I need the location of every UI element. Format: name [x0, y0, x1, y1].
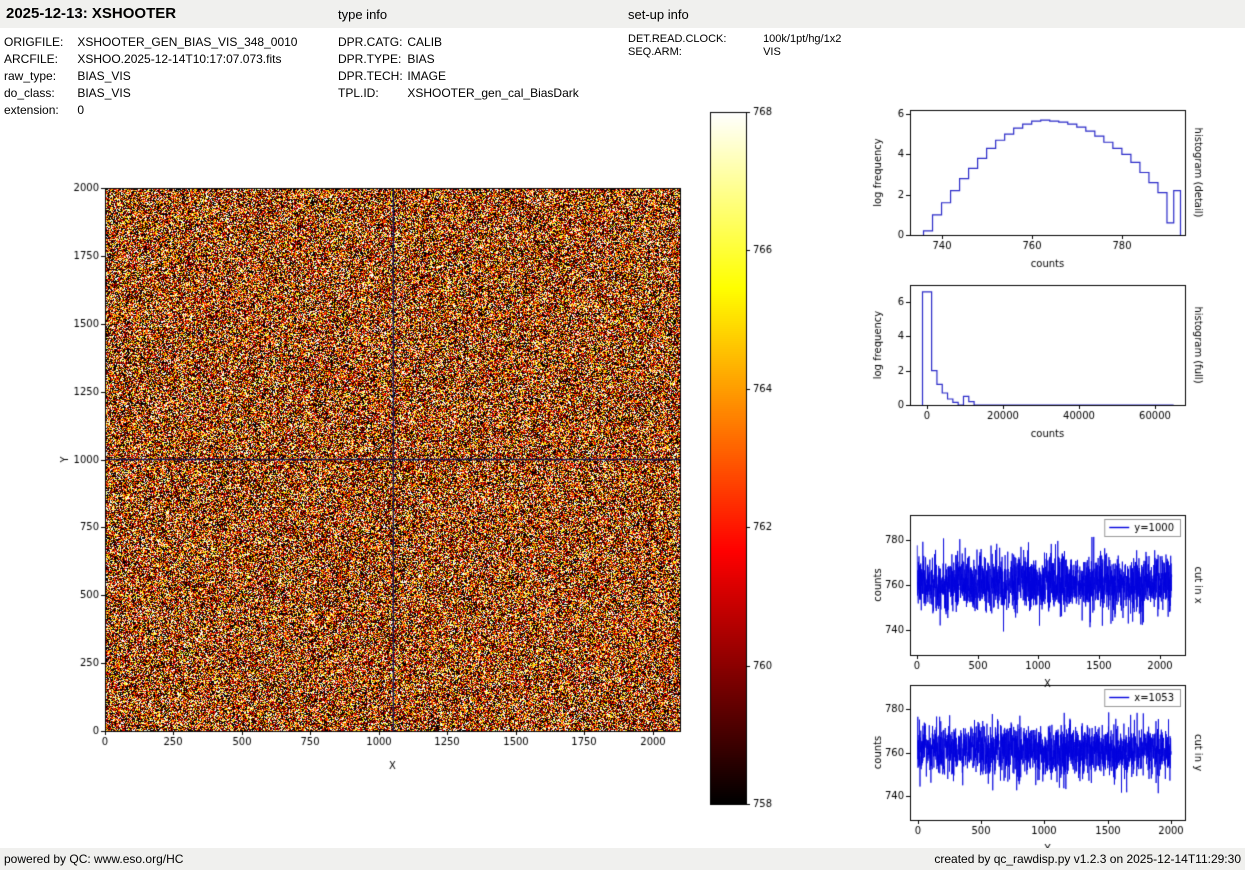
- info-row-readclock: DET.READ.CLOCK: 100k/1pt/hg/1x2: [628, 33, 841, 46]
- tplid-label: TPL.ID:: [338, 85, 404, 102]
- footer-created-by: created by qc_rawdisp.py v1.2.3 on 2025-…: [934, 852, 1241, 866]
- info-row-seqarm: SEQ.ARM: VIS: [628, 46, 841, 59]
- dprtype-value: BIAS: [407, 52, 434, 66]
- seqarm-label: SEQ.ARM:: [628, 46, 760, 59]
- info-row-origfile: ORIGFILE: XSHOOTER_GEN_BIAS_VIS_348_0010: [4, 34, 297, 51]
- info-row-dprtype: DPR.TYPE: BIAS: [338, 51, 579, 68]
- rawtype-value: BIAS_VIS: [77, 69, 130, 83]
- page-title: 2025-12-13: XSHOOTER: [6, 5, 176, 22]
- arcfile-value: XSHOO.2025-12-14T10:17:07.073.fits: [77, 52, 281, 66]
- type-info-block: DPR.CATG: CALIB DPR.TYPE: BIAS DPR.TECH:…: [338, 34, 579, 102]
- bias-image-heatmap: [40, 168, 700, 780]
- dprtech-value: IMAGE: [407, 69, 446, 83]
- origfile-value: XSHOOTER_GEN_BIAS_VIS_348_0010: [77, 35, 297, 49]
- info-row-arcfile: ARCFILE: XSHOO.2025-12-14T10:17:07.073.f…: [4, 51, 297, 68]
- info-row-doclass: do_class: BIAS_VIS: [4, 85, 297, 102]
- dprtype-label: DPR.TYPE:: [338, 51, 404, 68]
- histogram-full-plot: [865, 270, 1210, 456]
- readclock-label: DET.READ.CLOCK:: [628, 33, 760, 46]
- rawtype-label: raw_type:: [4, 68, 74, 85]
- qc-report-page: 2025-12-13: XSHOOTER type info set-up in…: [0, 0, 1245, 870]
- doclass-label: do_class:: [4, 85, 74, 102]
- cut-in-x-plot: [865, 500, 1210, 692]
- type-info-heading: type info: [338, 7, 387, 22]
- doclass-value: BIAS_VIS: [77, 86, 130, 100]
- info-row-dprtech: DPR.TECH: IMAGE: [338, 68, 579, 85]
- info-row-extension: extension: 0: [4, 102, 297, 119]
- cut-in-y-plot: [865, 670, 1210, 858]
- footer-bar: powered by QC: www.eso.org/HC created by…: [0, 848, 1245, 870]
- info-row-tplid: TPL.ID: XSHOOTER_gen_cal_BiasDark: [338, 85, 579, 102]
- dprcatg-value: CALIB: [407, 35, 442, 49]
- header-bar: 2025-12-13: XSHOOTER type info set-up in…: [0, 0, 1245, 28]
- file-info-block: ORIGFILE: XSHOOTER_GEN_BIAS_VIS_348_0010…: [4, 34, 297, 119]
- setup-info-block: DET.READ.CLOCK: 100k/1pt/hg/1x2 SEQ.ARM:…: [628, 33, 841, 59]
- info-row-dprcatg: DPR.CATG: CALIB: [338, 34, 579, 51]
- setup-info-heading: set-up info: [628, 7, 689, 22]
- info-row-rawtype: raw_type: BIAS_VIS: [4, 68, 297, 85]
- origfile-label: ORIGFILE:: [4, 34, 74, 51]
- extension-label: extension:: [4, 102, 74, 119]
- colorbar: [700, 100, 795, 815]
- dprcatg-label: DPR.CATG:: [338, 34, 404, 51]
- tplid-value: XSHOOTER_gen_cal_BiasDark: [407, 86, 578, 100]
- footer-powered-by: powered by QC: www.eso.org/HC: [4, 852, 183, 866]
- seqarm-value: VIS: [763, 46, 781, 58]
- histogram-detail-plot: [865, 96, 1210, 282]
- extension-value: 0: [77, 103, 84, 117]
- dprtech-label: DPR.TECH:: [338, 68, 404, 85]
- readclock-value: 100k/1pt/hg/1x2: [763, 33, 841, 45]
- arcfile-label: ARCFILE:: [4, 51, 74, 68]
